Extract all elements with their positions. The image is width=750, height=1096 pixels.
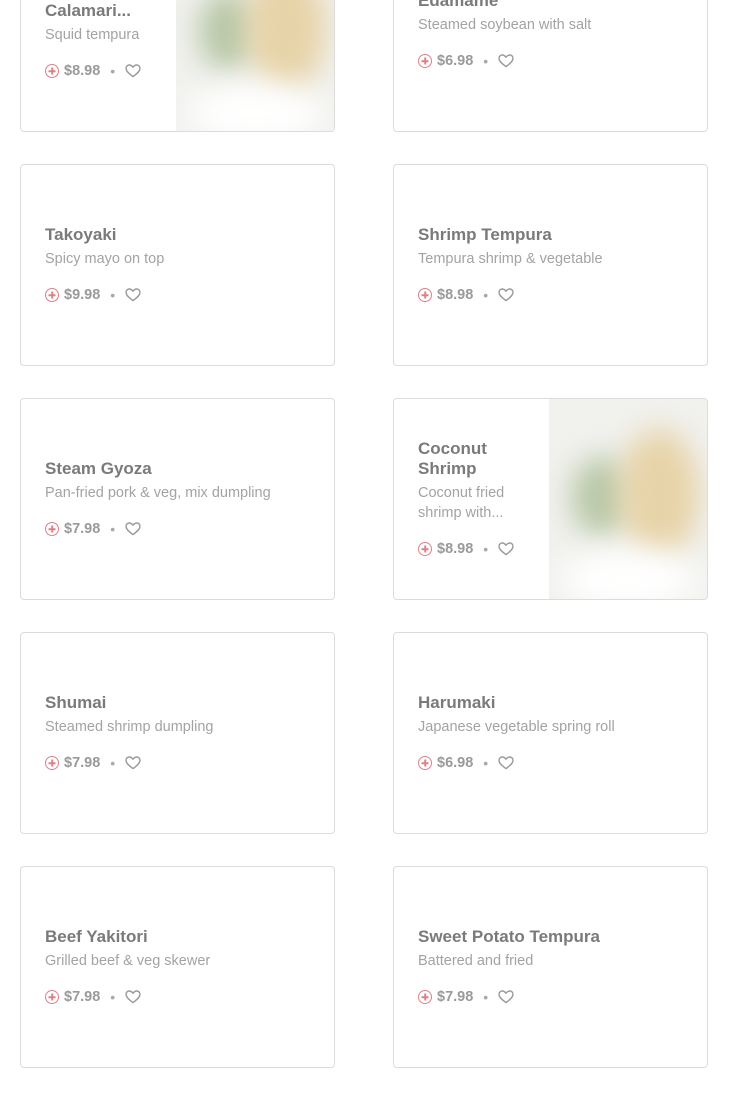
food-photo xyxy=(549,399,707,599)
menu-item-price: $8.98 xyxy=(437,541,474,557)
heart-icon[interactable] xyxy=(498,542,514,556)
plus-circle-icon[interactable] xyxy=(418,288,432,302)
heart-icon[interactable] xyxy=(125,288,141,302)
menu-item-description: Steamed soybean with salt xyxy=(418,17,592,33)
plus-circle-icon[interactable] xyxy=(418,542,432,556)
menu-item-price: $6.98 xyxy=(437,755,474,771)
menu-item-name: Calamari... xyxy=(45,1,131,20)
menu-item-price: $7.98 xyxy=(64,521,101,537)
menu-item-price: $8.98 xyxy=(437,287,474,303)
menu-item-name: Coconut Shrimp xyxy=(418,439,487,478)
menu-item-price: $7.98 xyxy=(64,755,101,771)
heart-icon[interactable] xyxy=(498,288,514,302)
food-photo xyxy=(176,0,334,131)
menu-item-name: Edamame xyxy=(418,0,499,10)
menu-item-card[interactable]: Calamari... Squid tempura $8.98 • xyxy=(20,0,335,132)
menu-item-card[interactable]: Steam Gyoza Pan-fried pork & veg, mix du… xyxy=(20,398,335,600)
separator-dot: • xyxy=(483,287,489,303)
menu-item-price: $6.98 xyxy=(437,53,474,69)
separator-dot: • xyxy=(110,63,116,79)
separator-dot: • xyxy=(483,53,489,69)
separator-dot: • xyxy=(483,989,489,1005)
heart-icon[interactable] xyxy=(125,990,141,1004)
menu-item-meta: $7.98 • xyxy=(45,987,314,1007)
menu-item-card[interactable]: Shumai Steamed shrimp dumpling $7.98 • xyxy=(20,632,335,834)
menu-item-card[interactable]: Sweet Potato Tempura Battered and fried … xyxy=(393,866,708,1068)
plus-circle-icon[interactable] xyxy=(45,64,59,78)
menu-item-price: $9.98 xyxy=(64,287,101,303)
plus-circle-icon[interactable] xyxy=(45,522,59,536)
menu-grid: Calamari... Squid tempura $8.98 • Edamam… xyxy=(0,0,750,1096)
heart-icon[interactable] xyxy=(125,756,141,770)
menu-item-name: Shumai xyxy=(45,693,107,712)
menu-item-card[interactable]: Shrimp Tempura Tempura shrimp & vegetabl… xyxy=(393,164,708,366)
menu-item-meta: $6.98 • xyxy=(418,753,687,773)
separator-dot: • xyxy=(110,521,116,537)
separator-dot: • xyxy=(110,989,116,1005)
menu-item-description: Tempura shrimp & vegetable xyxy=(418,251,603,267)
menu-item-description: Pan-fried pork & veg, mix dumpling xyxy=(45,485,271,501)
menu-item-name: Harumaki xyxy=(418,693,496,712)
plus-circle-icon[interactable] xyxy=(418,756,432,770)
separator-dot: • xyxy=(110,287,116,303)
plus-circle-icon[interactable] xyxy=(418,990,432,1004)
menu-item-price: $7.98 xyxy=(64,989,101,1005)
menu-item-name: Sweet Potato Tempura xyxy=(418,927,600,946)
menu-item-meta: $8.98 • xyxy=(418,285,687,305)
menu-item-description: Grilled beef & veg skewer xyxy=(45,953,211,969)
menu-item-description: Spicy mayo on top xyxy=(45,251,165,267)
heart-icon[interactable] xyxy=(125,522,141,536)
separator-dot: • xyxy=(483,541,489,557)
menu-item-card[interactable]: Takoyaki Spicy mayo on top $9.98 • xyxy=(20,164,335,366)
separator-dot: • xyxy=(110,755,116,771)
menu-item-meta: $9.98 • xyxy=(45,285,314,305)
menu-item-meta: $7.98 • xyxy=(45,519,314,539)
menu-item-name: Steam Gyoza xyxy=(45,459,152,478)
menu-item-description: Steamed shrimp dumpling xyxy=(45,719,214,735)
menu-item-meta: $8.98 • xyxy=(45,61,156,81)
menu-item-description: Battered and fried xyxy=(418,953,534,969)
menu-item-card[interactable]: Edamame Steamed soybean with salt $6.98 … xyxy=(393,0,708,132)
menu-item-meta: $7.98 • xyxy=(45,753,314,773)
plus-circle-icon[interactable] xyxy=(45,756,59,770)
heart-icon[interactable] xyxy=(125,64,141,78)
menu-item-price: $8.98 xyxy=(64,63,101,79)
heart-icon[interactable] xyxy=(498,990,514,1004)
menu-item-name: Shrimp Tempura xyxy=(418,225,552,244)
menu-item-meta: $7.98 • xyxy=(418,987,687,1007)
menu-item-description: Coconut fried shrimp with... xyxy=(418,485,505,521)
separator-dot: • xyxy=(483,755,489,771)
heart-icon[interactable] xyxy=(498,54,514,68)
menu-item-card[interactable]: Coconut Shrimp Coconut fried shrimp with… xyxy=(393,398,708,600)
menu-item-description: Japanese vegetable spring roll xyxy=(418,719,615,735)
menu-item-meta: $8.98 • xyxy=(418,539,529,559)
menu-item-card[interactable]: Harumaki Japanese vegetable spring roll … xyxy=(393,632,708,834)
plus-circle-icon[interactable] xyxy=(418,54,432,68)
menu-item-card[interactable]: Beef Yakitori Grilled beef & veg skewer … xyxy=(20,866,335,1068)
heart-icon[interactable] xyxy=(498,756,514,770)
menu-item-name: Takoyaki xyxy=(45,225,117,244)
plus-circle-icon[interactable] xyxy=(45,288,59,302)
menu-item-meta: $6.98 • xyxy=(418,51,687,71)
menu-item-description: Squid tempura xyxy=(45,27,140,43)
menu-item-name: Beef Yakitori xyxy=(45,927,148,946)
plus-circle-icon[interactable] xyxy=(45,990,59,1004)
menu-item-price: $7.98 xyxy=(437,989,474,1005)
